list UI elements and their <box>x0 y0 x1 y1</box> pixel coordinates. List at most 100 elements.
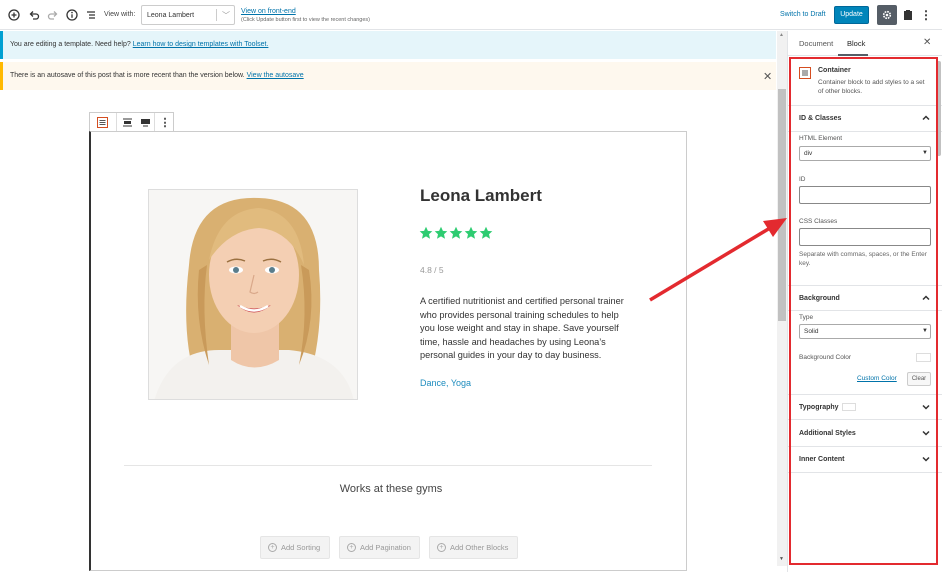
view-frontend-link[interactable]: View on front-end <box>241 8 296 15</box>
html-element-value: div <box>804 150 813 157</box>
star-icon <box>419 226 433 239</box>
toolset-icon[interactable] <box>901 7 915 23</box>
template-help-link[interactable]: Learn how to design templates with Tools… <box>133 41 269 48</box>
view-with-select[interactable]: Leona Lambert ﹀ <box>141 5 235 25</box>
star-icon <box>449 226 463 239</box>
id-input[interactable] <box>799 186 931 204</box>
chevron-up-icon <box>922 115 930 121</box>
star-icon <box>464 226 478 239</box>
more-options-icon[interactable]: ⋮ <box>920 7 932 23</box>
select-separator <box>216 9 217 21</box>
star-icon <box>479 226 493 239</box>
background-type-label: Type <box>799 314 814 321</box>
css-classes-help: Separate with commas, spaces, or the Ent… <box>799 251 927 267</box>
panel-additional-styles[interactable]: Additional Styles <box>788 421 942 447</box>
block-toolbar: ⋮ <box>89 112 174 132</box>
plus-icon: + <box>437 543 446 552</box>
panel-background[interactable]: Background <box>788 285 942 311</box>
info-icon[interactable] <box>64 7 80 23</box>
panel-additional-styles-label: Additional Styles <box>799 430 856 437</box>
typography-swatch <box>842 403 856 411</box>
editor-header: View with: Leona Lambert ﹀ View on front… <box>0 0 942 30</box>
template-notice: You are editing a template. Need help? L… <box>0 31 776 59</box>
background-type-value: Solid <box>804 328 819 335</box>
css-classes-input[interactable] <box>799 228 931 246</box>
close-icon[interactable]: ✕ <box>923 37 931 48</box>
view-with-value: Leona Lambert <box>147 12 195 19</box>
container-block-icon[interactable] <box>94 115 110 130</box>
panel-inner-content-label: Inner Content <box>799 456 845 463</box>
tab-block[interactable]: Block <box>847 39 865 48</box>
undo-icon[interactable] <box>26 7 42 23</box>
add-other-blocks-button[interactable]: + Add Other Blocks <box>429 536 518 559</box>
sidebar-scrollbar[interactable] <box>936 61 941 156</box>
outline-icon[interactable] <box>83 7 99 23</box>
plus-icon: + <box>268 543 277 552</box>
profile-bio: A certified nutritionist and certified p… <box>420 296 624 360</box>
scroll-up-icon[interactable]: ▲ <box>779 32 784 38</box>
scrollbar-thumb[interactable] <box>778 89 786 321</box>
add-pagination-label: Add Pagination <box>360 543 411 552</box>
chevron-down-icon <box>922 430 930 436</box>
editor-scrollbar[interactable]: ▲ ▼ <box>777 31 787 566</box>
redo-icon[interactable] <box>45 7 61 23</box>
switch-to-draft-button[interactable]: Switch to Draft <box>780 11 826 18</box>
more-block-options-icon[interactable]: ⋮ <box>157 115 173 130</box>
view-with-label: View with: <box>104 11 136 18</box>
clear-color-button[interactable]: Clear <box>907 372 931 386</box>
add-sorting-button[interactable]: + Add Sorting <box>260 536 330 559</box>
panel-typography-label: Typography <box>799 404 839 411</box>
gear-icon <box>882 10 892 20</box>
chevron-up-icon <box>922 295 930 301</box>
panel-inner-content[interactable]: Inner Content <box>788 447 942 473</box>
star-icon <box>434 226 448 239</box>
select-arrow-icon: ▼ <box>922 328 928 334</box>
profile-tags[interactable]: Dance, Yoga <box>420 378 471 388</box>
align-wide-icon[interactable] <box>137 115 153 130</box>
gyms-heading: Works at these gyms <box>339 483 443 495</box>
css-classes-label: CSS Classes <box>799 218 838 225</box>
chevron-down-icon <box>922 456 930 462</box>
frontend-note: (Click Update button first to view the r… <box>241 17 371 23</box>
add-pagination-button[interactable]: + Add Pagination <box>339 536 420 559</box>
add-block-icon[interactable] <box>6 7 22 23</box>
panel-background-label: Background <box>799 295 840 302</box>
panel-typography[interactable]: Typography <box>788 394 942 420</box>
html-element-label: HTML Element <box>799 135 843 142</box>
custom-color-link[interactable]: Custom Color <box>857 375 897 382</box>
background-color-swatch[interactable] <box>916 353 931 362</box>
align-center-icon[interactable] <box>119 115 135 130</box>
close-icon[interactable]: ✕ <box>763 70 772 83</box>
active-tab-indicator <box>838 54 868 56</box>
html-element-select[interactable]: div ▼ <box>799 146 931 161</box>
plus-icon: + <box>347 543 356 552</box>
rating-value: 4.8 / 5 <box>420 265 444 275</box>
block-card: Container Container block to add styles … <box>788 59 942 106</box>
background-type-select[interactable]: Solid ▼ <box>799 324 931 339</box>
autosave-notice: There is an autosave of this post that i… <box>0 62 776 90</box>
panel-id-classes[interactable]: ID & Classes <box>788 106 942 132</box>
chevron-down-icon: ﹀ <box>222 11 230 20</box>
autosave-notice-text: There is an autosave of this post that i… <box>10 72 247 79</box>
section-divider <box>124 465 652 466</box>
select-arrow-icon: ▼ <box>922 150 928 156</box>
id-label: ID <box>799 176 806 183</box>
background-color-label: Background Color <box>799 354 852 361</box>
container-block-icon <box>799 67 811 79</box>
block-title: Container <box>818 67 851 74</box>
settings-button[interactable] <box>877 5 897 25</box>
update-button[interactable]: Update <box>834 6 869 24</box>
star-rating <box>419 226 493 240</box>
tab-document[interactable]: Document <box>799 39 833 48</box>
sidebar-tabs: Document Block ✕ <box>788 31 942 56</box>
view-autosave-link[interactable]: View the autosave <box>247 72 304 79</box>
block-description: Container block to add styles to a set o… <box>818 79 925 95</box>
profile-name: Leona Lambert <box>420 186 542 205</box>
add-sorting-label: Add Sorting <box>281 543 321 552</box>
scroll-down-icon[interactable]: ▼ <box>779 556 784 562</box>
toolbar-divider <box>154 113 155 131</box>
toolbar-divider <box>116 113 117 131</box>
settings-sidebar: Document Block ✕ Container Container blo… <box>787 31 942 572</box>
template-notice-text: You are editing a template. Need help? <box>10 41 133 48</box>
profile-photo <box>148 189 358 400</box>
